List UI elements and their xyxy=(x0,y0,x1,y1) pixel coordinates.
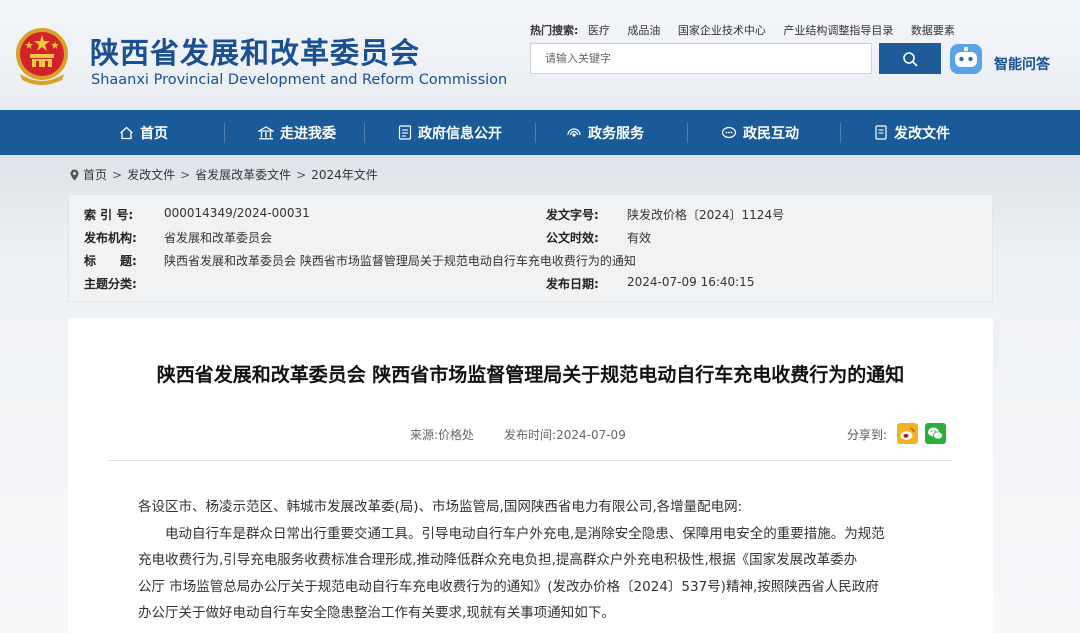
nav-divider xyxy=(840,123,841,143)
nav-item-documents[interactable]: 发改文件 xyxy=(874,110,950,155)
share-label: 分享到: xyxy=(847,428,888,442)
breadcrumb-home[interactable]: 首页 xyxy=(83,166,107,183)
nav-divider xyxy=(687,123,688,143)
meta-label-index: 索 引 号: xyxy=(84,208,134,222)
search-button[interactable] xyxy=(879,43,941,74)
article-body: 各设区市、杨凌示范区、韩城市发展改革委(局)、市场监管局,国网陕西省电力有限公司… xyxy=(138,494,938,627)
breadcrumb-item[interactable]: 发改文件 xyxy=(127,166,175,183)
article-publish-time: 发布时间:2024-07-09 xyxy=(504,428,626,442)
building-icon xyxy=(258,125,274,139)
nav-item-label: 首页 xyxy=(140,125,168,142)
broadcast-icon xyxy=(567,127,581,137)
robot-assistant-icon[interactable] xyxy=(948,42,984,76)
site-title[interactable]: 陕西省发展和改革委员会 xyxy=(90,30,420,72)
meta-label-issuer: 发布机构: xyxy=(84,231,137,245)
nav-item-interaction[interactable]: 政民互动 xyxy=(721,110,799,155)
wechat-share-icon[interactable] xyxy=(925,423,946,444)
meta-label-title-b: 题: xyxy=(120,254,137,268)
hot-search-bar: 热门搜索: 医疗 成品油 国家企业技术中心 产业结构调整指导目录 数据要素 xyxy=(530,22,969,38)
hot-search-link[interactable]: 医疗 xyxy=(588,24,610,37)
meta-label-title-a: 标 xyxy=(84,254,97,268)
nav-divider xyxy=(535,123,536,143)
nav-item-label: 政务服务 xyxy=(588,125,644,142)
nav-item-about[interactable]: 走进我委 xyxy=(258,110,336,155)
article-paragraph: 充电收费行为,引导充电服务收费标准合理形成,推动降低群众充电负担,提高群众户外充… xyxy=(138,552,858,568)
nav-item-label: 走进我委 xyxy=(280,125,336,142)
article-divider xyxy=(108,460,953,461)
hot-search-link[interactable]: 成品油 xyxy=(627,24,660,37)
file-icon xyxy=(875,125,887,140)
article-paragraph: 公厅 市场监管总局办公厅关于规范电动自行车充电收费行为的通知》(发改办价格〔20… xyxy=(138,578,879,595)
national-emblem-icon xyxy=(16,28,68,85)
nav-item-home[interactable]: 首页 xyxy=(119,110,168,155)
hot-search-link[interactable]: 国家企业技术中心 xyxy=(678,24,766,37)
article-paragraph: 办公厅关于做好电动自行车安全隐患整治工作有关要求,现就有关事项通知如下。 xyxy=(138,605,615,621)
hot-search-link[interactable]: 数据要素 xyxy=(911,24,955,37)
meta-value-validity: 有效 xyxy=(627,231,652,245)
article-source: 来源:价格处 xyxy=(410,428,475,442)
search-input[interactable] xyxy=(530,43,872,74)
breadcrumb-separator: > xyxy=(112,167,123,182)
nav-divider xyxy=(364,123,365,143)
ai-qa-link[interactable]: 智能问答 xyxy=(994,54,1050,74)
article-paragraph: 电动自行车是群众日常出行重要交通工具。引导电动自行车户外充电,是消除安全隐患、保… xyxy=(165,525,885,542)
meta-value-doc-no: 陕发改价格〔2024〕1124号 xyxy=(627,208,785,222)
search-icon xyxy=(903,51,918,66)
nav-item-label: 发改文件 xyxy=(894,125,950,142)
site-header: 陕西省发展和改革委员会 Shaanxi Provincial Developme… xyxy=(0,0,1080,110)
meta-value-title: 陕西省发展和改革委员会 陕西省市场监督管理局关于规范电动自行车充电收费行为的通知 xyxy=(164,254,636,268)
nav-item-gov-info[interactable]: 政府信息公开 xyxy=(398,110,502,155)
meta-label-doc-no: 发文字号: xyxy=(546,208,599,222)
article-paragraph: 各设区市、杨凌示范区、韩城市发展改革委(局)、市场监管局,国网陕西省电力有限公司… xyxy=(138,499,743,515)
hot-search-label: 热门搜索: xyxy=(530,24,579,37)
breadcrumb-separator: > xyxy=(296,167,307,182)
article-title: 陕西省发展和改革委员会 陕西省市场监督管理局关于规范电动自行车充电收费行为的通知 xyxy=(156,364,905,386)
meta-label-date: 发布日期: xyxy=(546,277,599,291)
document-metadata-box: 索 引 号: 000014349/2024-00031 发文字号: 陕发改价格〔… xyxy=(68,194,993,302)
chat-icon xyxy=(721,126,737,138)
article-container: 陕西省发展和改革委员会 陕西省市场监督管理局关于规范电动自行车充电收费行为的通知… xyxy=(68,318,993,633)
meta-value-date: 2024-07-09 16:40:15 xyxy=(627,275,755,289)
breadcrumb-item[interactable]: 省发展改革委文件 xyxy=(195,166,291,183)
location-pin-icon xyxy=(70,169,79,180)
nav-divider xyxy=(224,123,225,143)
hot-search-link[interactable]: 产业结构调整指导目录 xyxy=(783,24,893,37)
home-icon xyxy=(120,126,133,139)
document-icon xyxy=(398,125,412,140)
breadcrumb-item[interactable]: 2024年文件 xyxy=(311,166,378,183)
meta-label-validity: 公文时效: xyxy=(546,231,599,245)
nav-item-label: 政府信息公开 xyxy=(418,125,502,142)
nav-item-services[interactable]: 政务服务 xyxy=(566,110,644,155)
article-meta: 来源:价格处 发布时间:2024-07-09 xyxy=(410,426,626,443)
breadcrumb-separator: > xyxy=(180,167,191,182)
meta-value-index: 000014349/2024-00031 xyxy=(164,206,310,220)
weibo-share-icon[interactable] xyxy=(897,423,918,444)
main-nav: 首页 走进我委 政府信息公开 政务服务 政民互动 发改文件 xyxy=(0,110,1080,155)
nav-item-label: 政民互动 xyxy=(743,125,799,142)
meta-label-category: 主题分类: xyxy=(84,277,137,291)
meta-value-issuer: 省发展和改革委员会 xyxy=(164,231,273,245)
breadcrumb: 首页 > 发改文件 > 省发展改革委文件 > 2024年文件 xyxy=(70,166,378,183)
site-subtitle: Shaanxi Provincial Development and Refor… xyxy=(91,72,508,88)
